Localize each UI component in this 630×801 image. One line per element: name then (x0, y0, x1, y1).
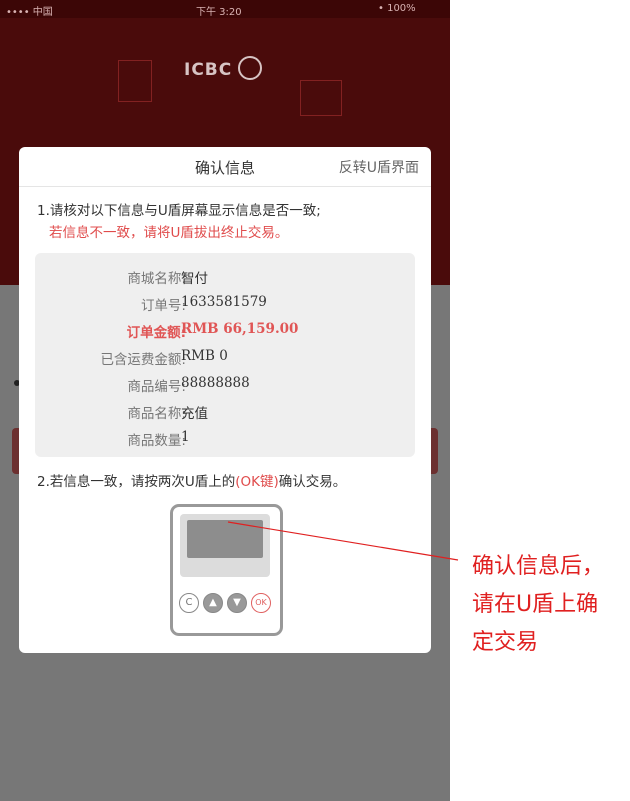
annotation-line: 确认信息后， (472, 554, 605, 579)
annotation-line: 请在U盾上确 (472, 592, 599, 617)
annotation-arrow (227, 521, 459, 561)
arrow-line (227, 521, 459, 561)
annotation-note: 确认信息后， 请在U盾上确 定交易 (472, 548, 630, 662)
annotation-line: 定交易 (472, 630, 539, 655)
